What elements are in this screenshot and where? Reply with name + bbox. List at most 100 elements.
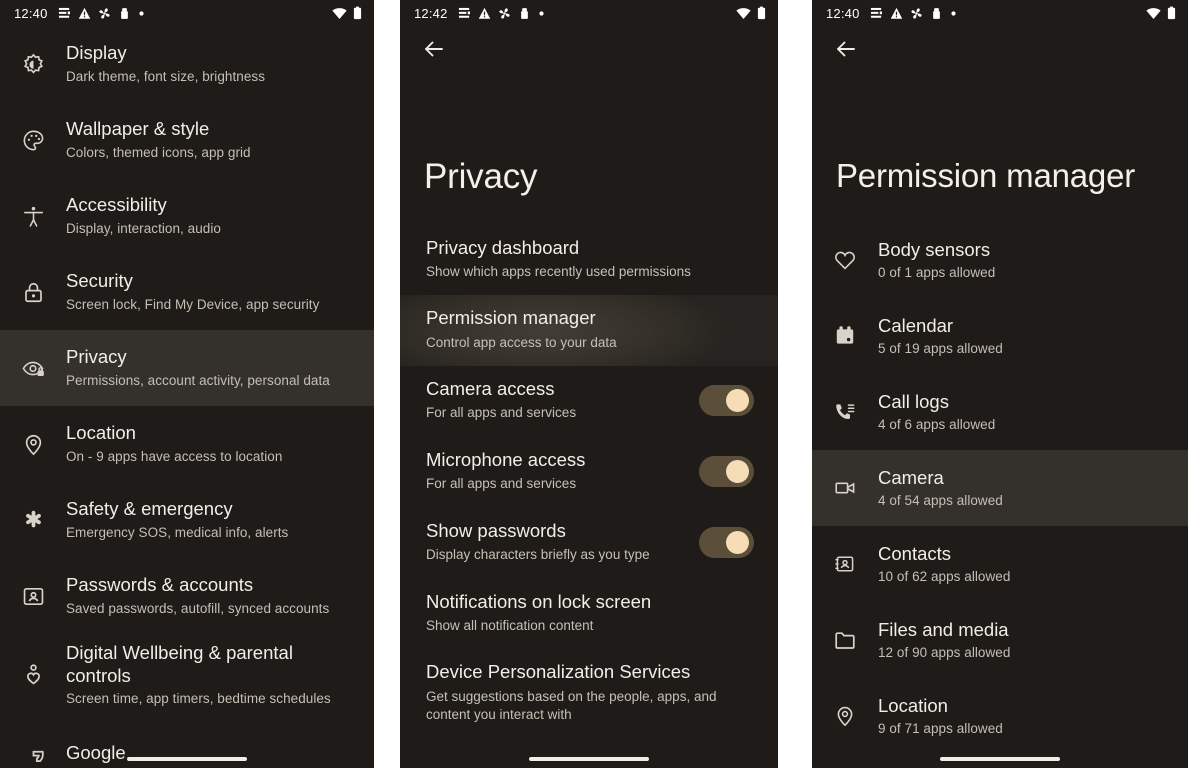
home-indicator[interactable]	[127, 757, 247, 761]
settings-item-display[interactable]: Display Dark theme, font size, brightnes…	[0, 26, 374, 102]
microphone-access-toggle[interactable]	[699, 455, 754, 487]
permission-item-call-logs[interactable]: Call logs 4 of 6 apps allowed	[812, 374, 1188, 450]
settings-item-text: Accessibility Display, interaction, audi…	[66, 194, 356, 237]
wifi-icon	[332, 7, 347, 19]
permission-item-body-sensors[interactable]: Body sensors 0 of 1 apps allowed	[812, 222, 1188, 298]
settings-item-text: Digital Wellbeing & parental controls Sc…	[66, 642, 356, 708]
battery-icon	[757, 6, 766, 20]
settings-item-text: Wallpaper & style Colors, themed icons, …	[66, 118, 356, 161]
settings-item-accessibility[interactable]: Accessibility Display, interaction, audi…	[0, 178, 374, 254]
page-title-permission-manager: Permission manager	[836, 157, 1136, 194]
privacy-item-text: Device Personalization Services Get sugg…	[426, 661, 754, 724]
settings-item-text: Privacy Permissions, account activity, p…	[66, 346, 356, 389]
status-left-icons	[870, 7, 957, 20]
privacy-item-text: Permission manager Control app access to…	[426, 307, 754, 352]
notification-list-icon	[870, 7, 882, 18]
clipboard-icon	[120, 7, 128, 19]
permission-item-subtitle: 9 of 71 apps allowed	[878, 721, 1003, 737]
permission-item-title: Contacts	[878, 542, 952, 564]
permission-item-location[interactable]: Location 9 of 71 apps allowed	[812, 678, 1188, 754]
settings-item-text: Display Dark theme, font size, brightnes…	[66, 42, 356, 85]
warning-triangle-icon	[890, 7, 902, 19]
settings-item-text: Safety & emergency Emergency SOS, medica…	[66, 498, 356, 541]
privacy-item-notifications-on-lock-screen[interactable]: Notifications on lock screen Show all no…	[400, 579, 778, 650]
privacy-item-subtitle: Control app access to your data	[426, 334, 617, 350]
permission-item-title: Location	[878, 694, 948, 716]
privacy-item-text: Show passwords Display characters briefl…	[426, 520, 685, 565]
permissions-list: Body sensors 0 of 1 apps allowed Calenda…	[812, 222, 1188, 754]
privacy-item-subtitle: For all apps and services	[426, 405, 577, 421]
wifi-icon	[736, 7, 751, 19]
settings-item-title: Display	[66, 42, 127, 64]
settings-item-digital-wellbeing[interactable]: Digital Wellbeing & parental controls Sc…	[0, 634, 374, 716]
settings-item-title: Safety & emergency	[66, 498, 233, 520]
account-card-icon	[0, 584, 66, 609]
settings-item-wallpaper-and-style[interactable]: Wallpaper & style Colors, themed icons, …	[0, 102, 374, 178]
settings-item-title: Digital Wellbeing & parental controls	[66, 642, 293, 686]
permission-item-title: Body sensors	[878, 238, 991, 260]
permission-item-text: Calendar 5 of 19 apps allowed	[878, 315, 1170, 358]
privacy-item-microphone-access[interactable]: Microphone access For all apps and servi…	[400, 437, 778, 508]
privacy-item-camera-access[interactable]: Camera access For all apps and services	[400, 366, 778, 437]
accessibility-icon	[0, 204, 66, 229]
status-left-icons	[458, 7, 545, 20]
camera-access-toggle[interactable]	[699, 385, 754, 417]
permission-item-title: Call logs	[878, 390, 949, 412]
pinwheel-icon	[910, 7, 922, 19]
status-right-icons	[332, 6, 362, 20]
heart-icon	[812, 248, 878, 272]
page-title-privacy: Privacy	[424, 157, 538, 196]
pinwheel-icon	[498, 7, 510, 19]
permission-item-calendar[interactable]: Calendar 5 of 19 apps allowed	[812, 298, 1188, 374]
privacy-item-text: Privacy dashboard Show which apps recent…	[426, 237, 754, 282]
show-passwords-toggle[interactable]	[699, 526, 754, 558]
settings-list: Display Dark theme, font size, brightnes…	[0, 26, 374, 768]
privacy-item-show-passwords[interactable]: Show passwords Display characters briefl…	[400, 508, 778, 579]
back-button-privacy[interactable]	[400, 26, 778, 72]
status-bar-permissions: 12:40	[812, 0, 1188, 26]
permission-item-text: Contacts 10 of 62 apps allowed	[878, 543, 1170, 586]
settings-item-subtitle: Display, interaction, audio	[66, 221, 221, 236]
privacy-item-title: Camera access	[426, 378, 555, 400]
status-clock: 12:42	[414, 5, 448, 21]
clipboard-icon	[932, 7, 940, 19]
settings-item-subtitle: Colors, themed icons, app grid	[66, 145, 251, 160]
home-indicator[interactable]	[529, 757, 649, 761]
settings-item-passwords-and-accounts[interactable]: Passwords & accounts Saved passwords, au…	[0, 558, 374, 634]
settings-item-title: Google	[66, 742, 126, 764]
settings-item-location[interactable]: Location On - 9 apps have access to loca…	[0, 406, 374, 482]
privacy-scroll-area[interactable]: Privacy dashboard Show which apps recent…	[400, 225, 778, 739]
google-icon	[0, 741, 66, 766]
toggle-knob	[726, 530, 749, 554]
status-clock: 12:40	[14, 5, 48, 21]
settings-item-security[interactable]: Security Screen lock, Find My Device, ap…	[0, 254, 374, 330]
permission-item-contacts[interactable]: Contacts 10 of 62 apps allowed	[812, 526, 1188, 602]
privacy-item-subtitle: For all apps and services	[426, 476, 577, 492]
permission-item-title: Files and media	[878, 618, 1009, 640]
settings-scroll-area[interactable]: Display Dark theme, font size, brightnes…	[0, 26, 374, 768]
back-button-permissions[interactable]	[812, 26, 1188, 72]
settings-item-privacy[interactable]: Privacy Permissions, account activity, p…	[0, 330, 374, 406]
privacy-item-subtitle: Show which apps recently used permission…	[426, 263, 691, 279]
settings-item-subtitle: Permissions, account activity, personal …	[66, 373, 330, 388]
settings-item-safety-and-emergency[interactable]: Safety & emergency Emergency SOS, medica…	[0, 482, 374, 558]
notification-list-icon	[58, 7, 70, 18]
privacy-item-permission-manager[interactable]: Permission manager Control app access to…	[400, 295, 778, 367]
permission-item-files-and-media[interactable]: Files and media 12 of 90 apps allowed	[812, 602, 1188, 678]
notification-list-icon	[458, 7, 470, 18]
privacy-item-device-personalization-services[interactable]: Device Personalization Services Get sugg…	[400, 649, 778, 738]
calendar-icon	[812, 324, 878, 348]
privacy-item-title: Show passwords	[426, 519, 566, 541]
settings-item-subtitle: Screen time, app timers, bedtime schedul…	[66, 691, 331, 707]
camcorder-icon	[812, 476, 878, 500]
home-indicator[interactable]	[940, 757, 1060, 761]
settings-item-title: Accessibility	[66, 194, 167, 216]
wifi-icon	[1146, 7, 1161, 19]
panel-gap-2	[778, 0, 812, 768]
status-bar-settings: 12:40	[0, 0, 374, 26]
status-bar-privacy: 12:42	[400, 0, 778, 26]
privacy-item-privacy-dashboard[interactable]: Privacy dashboard Show which apps recent…	[400, 225, 778, 296]
permission-item-camera[interactable]: Camera 4 of 54 apps allowed	[812, 450, 1188, 527]
back-arrow-icon	[425, 41, 443, 57]
eye-lock-icon	[0, 356, 66, 381]
